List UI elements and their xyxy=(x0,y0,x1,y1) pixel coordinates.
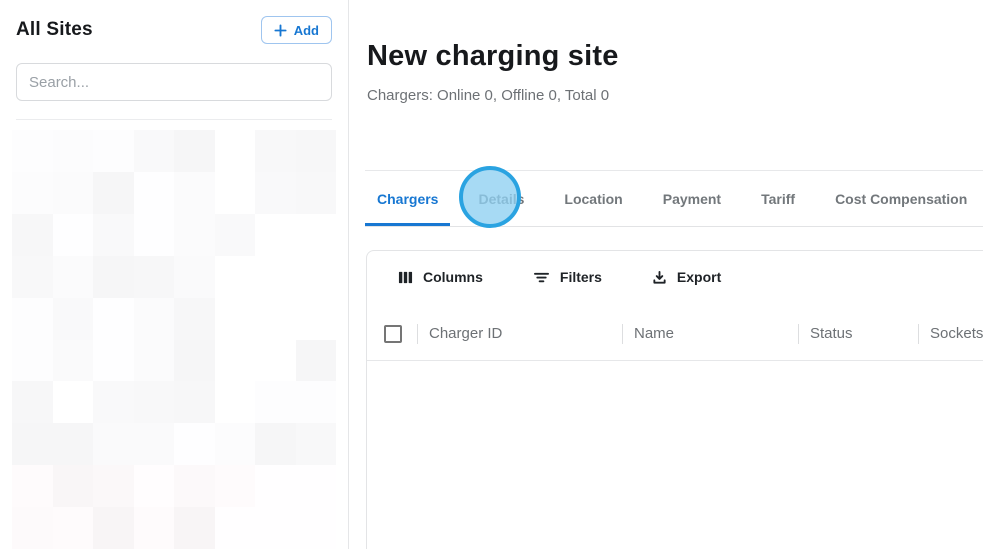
column-header-sockets[interactable]: Sockets xyxy=(918,307,983,360)
chargers-summary: Chargers: Online 0, Offline 0, Total 0 xyxy=(367,87,983,104)
plus-icon xyxy=(274,24,287,37)
tab-details[interactable]: Details xyxy=(466,171,536,226)
columns-button[interactable]: Columns xyxy=(398,269,483,285)
chargers-table-card: Columns Filters Export xyxy=(366,250,983,549)
columns-button-label: Columns xyxy=(423,269,483,285)
sidebar-divider xyxy=(16,119,332,120)
download-icon xyxy=(652,270,667,285)
sites-sidebar: All Sites Add xyxy=(0,0,349,549)
column-header-charger-id[interactable]: Charger ID xyxy=(417,307,622,360)
blurred-site-list xyxy=(12,130,336,549)
table-header-row: Charger ID Name Status Sockets xyxy=(367,307,983,361)
table-toolbar: Columns Filters Export xyxy=(367,251,983,299)
filters-icon xyxy=(533,270,550,285)
main-content: New charging site Chargers: Online 0, Of… xyxy=(349,0,983,549)
tab-cost-compensation[interactable]: Cost Compensation xyxy=(823,171,979,226)
site-tabbar: Chargers Details Location Payment Tariff… xyxy=(365,170,983,227)
filters-button-label: Filters xyxy=(560,269,602,285)
export-button-label: Export xyxy=(677,269,721,285)
sidebar-header: All Sites Add xyxy=(0,0,348,44)
filters-button[interactable]: Filters xyxy=(533,269,602,285)
tab-location[interactable]: Location xyxy=(552,171,634,226)
column-header-status[interactable]: Status xyxy=(798,307,918,360)
tab-payment[interactable]: Payment xyxy=(651,171,733,226)
add-site-button-label: Add xyxy=(294,23,319,38)
columns-icon xyxy=(398,270,413,285)
site-search-input[interactable] xyxy=(16,63,332,101)
add-site-button[interactable]: Add xyxy=(261,16,332,44)
column-header-name[interactable]: Name xyxy=(622,307,798,360)
page-title: New charging site xyxy=(367,40,983,73)
select-all-checkbox[interactable] xyxy=(384,325,402,343)
export-button[interactable]: Export xyxy=(652,269,721,285)
tab-chargers[interactable]: Chargers xyxy=(365,171,450,226)
sidebar-title: All Sites xyxy=(16,19,93,41)
tab-tariff[interactable]: Tariff xyxy=(749,171,807,226)
